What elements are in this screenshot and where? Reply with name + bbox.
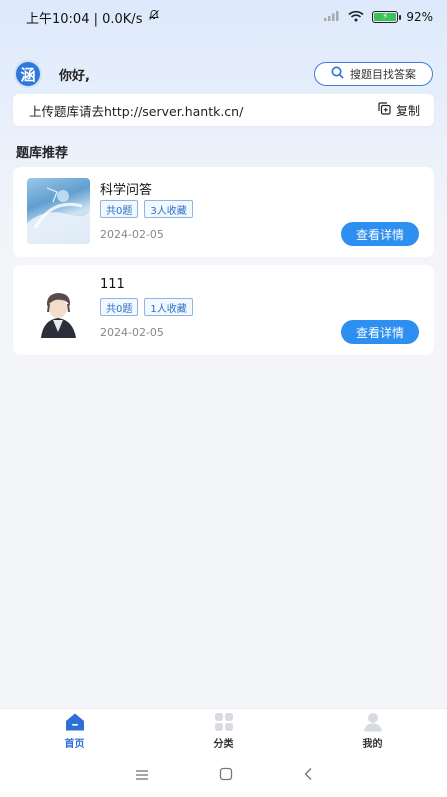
tab-home[interactable]: 首页 [0,709,149,753]
upload-card: 上传题库请去http://server.hantk.cn/ 复制 [13,94,434,126]
grid-icon [213,712,235,732]
bank-title: 111 [100,277,125,292]
favorite-count-badge: 3人收藏 [144,200,193,218]
signal-icon [324,10,340,24]
question-count-badge: 共0题 [100,200,139,218]
bank-title: 科学问答 [100,183,153,198]
greeting-text: 你好, [59,68,90,84]
battery-percent: 92% [406,10,433,24]
upload-text: 上传题库请去http://server.hantk.cn/ [29,103,244,119]
tab-mine-label: 我的 [362,739,383,750]
bank-card[interactable]: 科学问答 共0题 3人收藏 2024-02-05 查看详情 [13,167,434,257]
home-square-icon[interactable] [219,766,233,785]
view-details-button[interactable]: 查看详情 [341,320,419,344]
status-left: 上午10:04 | 0.0K/s [26,8,160,27]
section-title: 题库推荐 [16,146,69,161]
bank-date: 2024-02-05 [100,326,164,339]
tab-home-label: 首页 [64,739,85,750]
status-right: ⚡ 92% [324,10,433,25]
menu-icon[interactable] [135,766,149,785]
wifi-icon [348,10,364,25]
copy-label: 复制 [395,103,420,118]
status-bar: 上午10:04 | 0.0K/s ⚡ 92% [0,0,447,34]
tab-mine[interactable]: 我的 [298,709,447,753]
search-button-label: 搜题目找答案 [350,68,416,81]
copy-icon [378,102,391,118]
charging-bolt-icon: ⚡ [382,11,389,22]
app-logo: 涵 [14,60,42,88]
question-count-badge: 共0题 [100,298,139,316]
avatar-thumbnail-image [27,276,90,342]
tab-category-label: 分类 [213,739,234,750]
greeting-row: 涵 你好, 搜题目找答案 [14,60,433,88]
mute-bell-icon [148,9,160,25]
bottom-tab-bar: 首页 分类 我的 [0,708,447,753]
bank-date: 2024-02-05 [100,228,164,241]
bank-tags: 共0题 3人收藏 [100,200,193,218]
bank-tags: 共0题 1人收藏 [100,298,193,316]
system-nav-bar [0,753,447,797]
back-arrow-icon[interactable] [303,766,313,785]
tab-category[interactable]: 分类 [149,709,298,753]
view-details-button[interactable]: 查看详情 [341,222,419,246]
status-time: 上午10:04 | 0.0K/s [26,11,143,27]
favorite-count-badge: 1人收藏 [144,298,193,316]
bank-card[interactable]: 111 共0题 1人收藏 2024-02-05 查看详情 [13,265,434,355]
battery-icon: ⚡ [372,11,402,23]
science-thumbnail-image [27,178,90,244]
person-icon [362,712,384,732]
home-icon [64,712,86,732]
search-icon [331,66,344,82]
copy-button[interactable]: 复制 [378,102,420,119]
search-button[interactable]: 搜题目找答案 [314,62,433,86]
